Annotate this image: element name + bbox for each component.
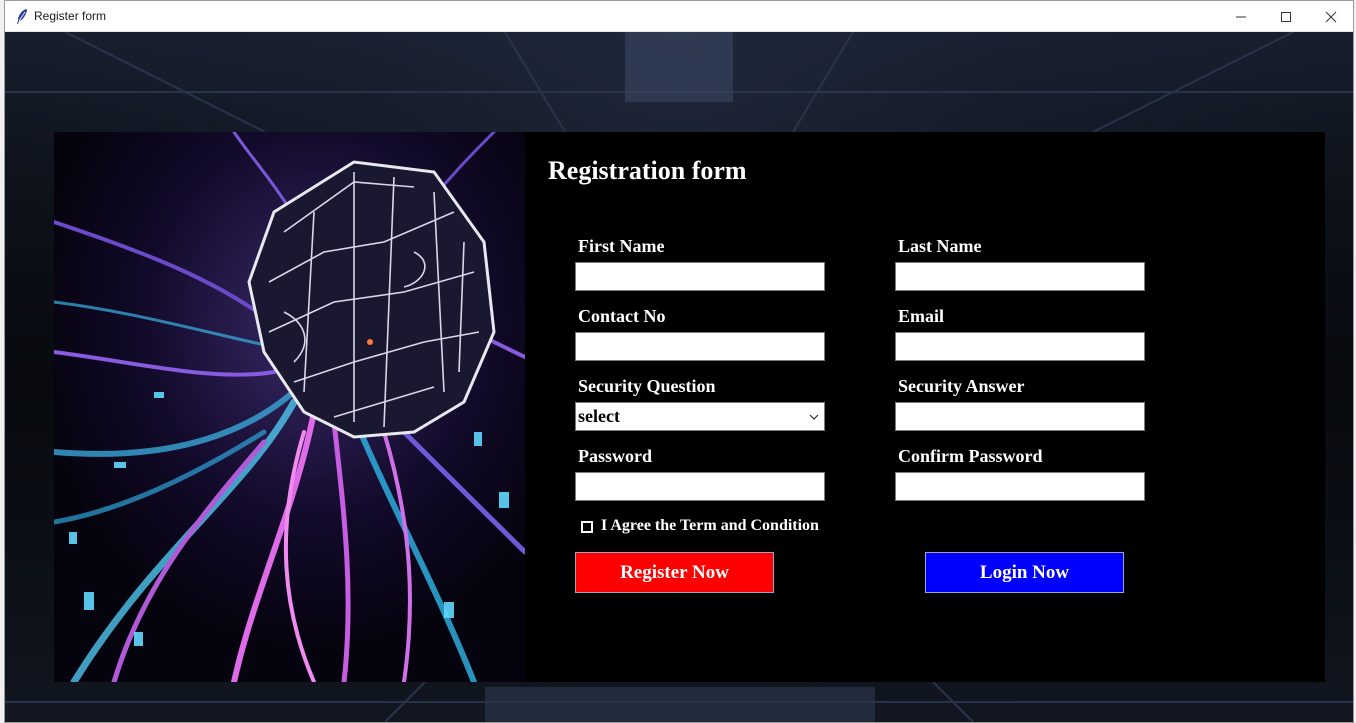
first-name-input[interactable] bbox=[575, 262, 825, 291]
security-question-select[interactable]: select bbox=[575, 402, 825, 431]
close-icon bbox=[1325, 11, 1336, 22]
security-question-label: Security Question bbox=[578, 376, 716, 396]
security-answer-label: Security Answer bbox=[898, 376, 1025, 396]
security-answer-input[interactable] bbox=[895, 402, 1145, 431]
email-label: Email bbox=[898, 306, 945, 326]
window-title: Register form bbox=[34, 9, 107, 23]
first-name-label: First Name bbox=[578, 236, 665, 256]
title-bar: Register form bbox=[5, 1, 1353, 32]
registration-panel: Registration form First Name Last Name C… bbox=[525, 132, 1325, 682]
login-now-button[interactable]: Login Now bbox=[925, 552, 1124, 593]
minimize-icon bbox=[1235, 16, 1246, 17]
close-button[interactable] bbox=[1308, 1, 1353, 32]
contact-no-label: Contact No bbox=[578, 306, 666, 326]
confirm-password-label: Confirm Password bbox=[898, 446, 1043, 466]
last-name-label: Last Name bbox=[898, 236, 982, 256]
contact-no-input[interactable] bbox=[575, 332, 825, 361]
password-input[interactable] bbox=[575, 472, 825, 501]
register-now-button[interactable]: Register Now bbox=[575, 552, 774, 593]
app-window: Register form Registration form First Na… bbox=[4, 0, 1354, 723]
maximize-icon bbox=[1280, 11, 1291, 22]
minimize-button[interactable] bbox=[1218, 1, 1263, 32]
email-input[interactable] bbox=[895, 332, 1145, 361]
security-question-value: select bbox=[578, 406, 620, 426]
password-label: Password bbox=[578, 446, 653, 466]
chevron-down-icon bbox=[809, 414, 819, 420]
background-image: Registration form First Name Last Name C… bbox=[5, 32, 1353, 722]
agree-checkbox[interactable] bbox=[581, 521, 593, 533]
agree-label: I Agree the Term and Condition bbox=[601, 517, 819, 534]
last-name-input[interactable] bbox=[895, 262, 1145, 291]
circuit-brain-image bbox=[54, 132, 525, 682]
brain-illustration bbox=[54, 132, 525, 682]
feather-icon bbox=[17, 9, 27, 24]
maximize-button[interactable] bbox=[1263, 1, 1308, 32]
confirm-password-input[interactable] bbox=[895, 472, 1145, 501]
form-title: Registration form bbox=[548, 156, 747, 185]
